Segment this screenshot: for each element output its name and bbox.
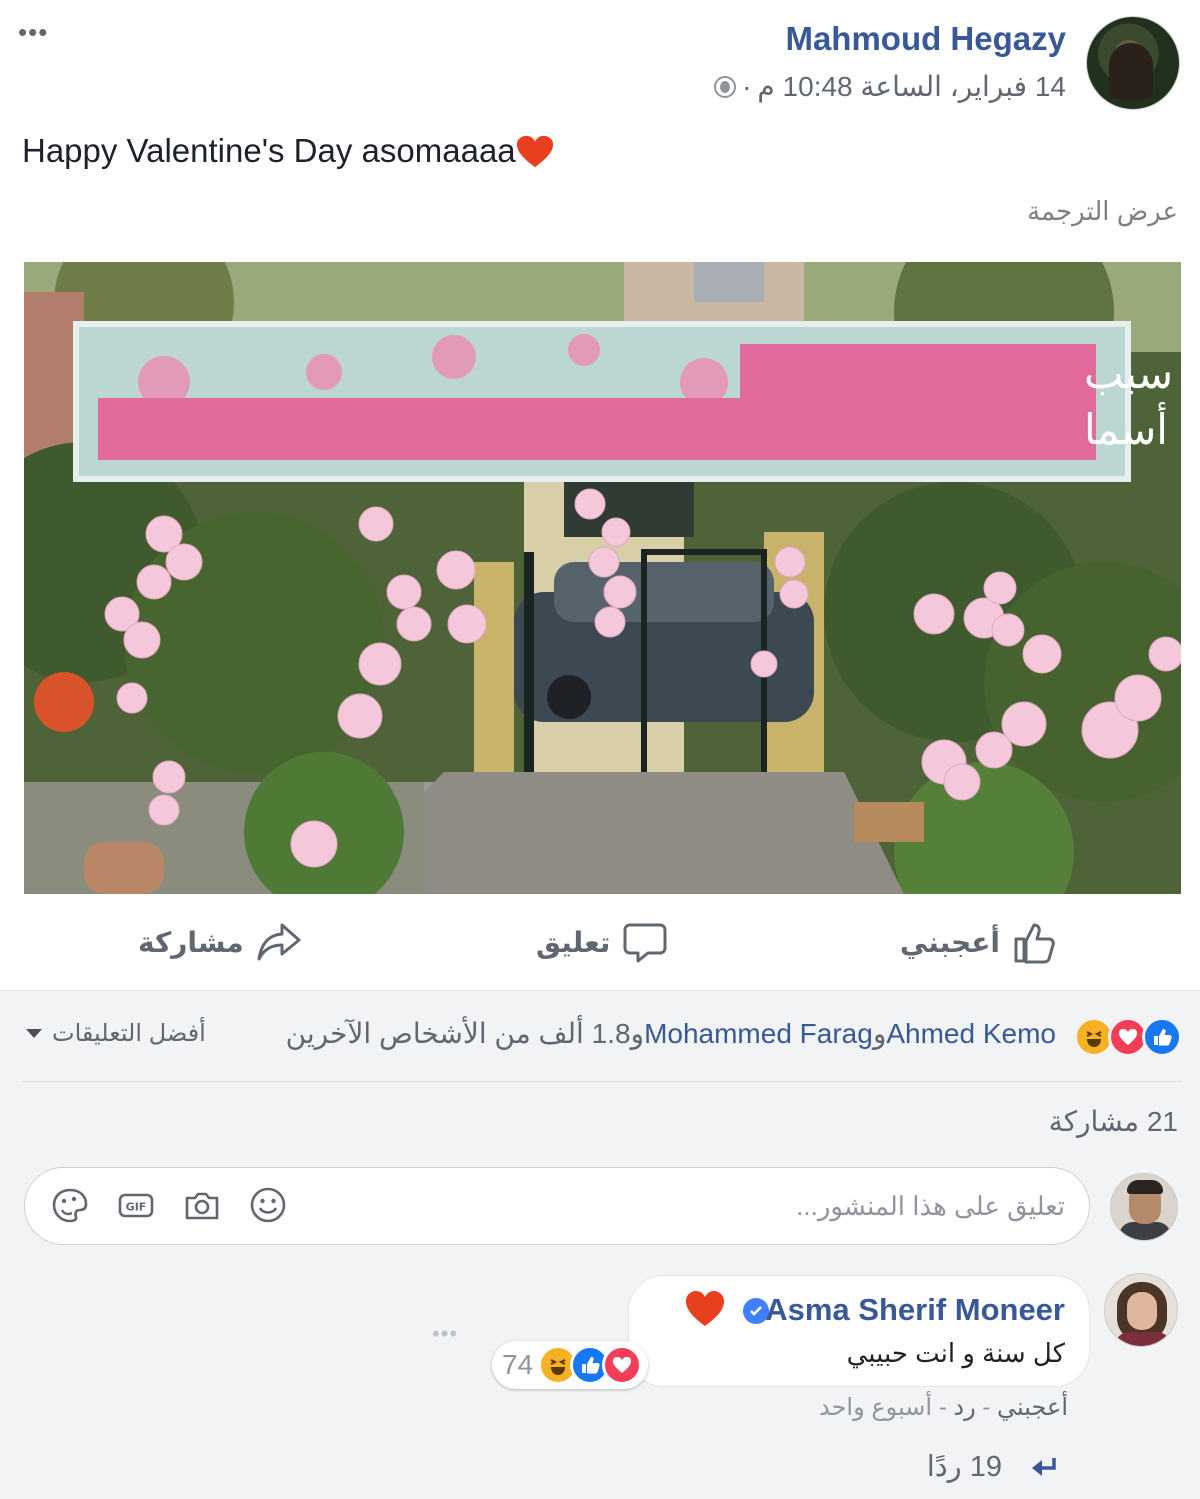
replies-count: 19 ردًا [926,1451,1002,1483]
comment-actions-separator: - [975,1394,998,1421]
comment-time[interactable]: أسبوع واحد [819,1394,932,1421]
commenter-avatar[interactable] [1104,1273,1178,1347]
post-options-button[interactable]: ••• [18,19,48,45]
top-comments-dropdown[interactable]: أفضل التعليقات [26,1019,206,1048]
composer-icons: GIF [51,1186,287,1224]
comment-input[interactable] [505,1188,1065,1224]
view-replies-link[interactable]: 19 ردًا [927,1449,1058,1484]
comment-actions: أعجبني - رد - أسبوع واحد [819,1393,1068,1422]
comment-text: كل سنة و انت حبيبي [846,1338,1065,1368]
gif-icon[interactable]: GIF [117,1186,155,1224]
current-user-avatar [1110,1173,1178,1241]
comment-reply-link[interactable]: رد [953,1394,975,1421]
heart-icon [516,135,553,168]
reactors-text[interactable]: Ahmed KemoوMohammed Faragو1.8 ألف من الأ… [286,1017,1056,1050]
sticker-icon[interactable] [51,1186,89,1224]
comment-actions-separator: - [932,1394,954,1421]
speech-bubble-icon [623,923,667,963]
comment-reactions[interactable]: 74 [492,1341,648,1389]
comment-author[interactable]: Asma Sherif Moneer [765,1292,1065,1328]
comment-bubble: Asma Sherif Moneer كل سنة و انت حبيبي [628,1275,1090,1387]
author-avatar[interactable] [1086,16,1180,110]
comments-section: Ahmed KemoوMohammed Faragو1.8 ألف من الأ… [0,990,1200,1499]
meta-separator: · [742,70,752,102]
comment-composer[interactable]: GIF [24,1167,1090,1245]
reactor-connector-2: و [630,1018,645,1049]
reply-arrow-icon [1032,1457,1056,1476]
share-label: مشاركة [138,926,244,958]
comment-button[interactable]: تعليق [536,912,668,972]
emoji-icon[interactable] [249,1186,287,1224]
post-card: ••• Mahmoud Hegazy 14 فبراير، الساعة 10:… [0,0,1200,990]
post-text-content: Happy Valentine's Day asomaaaa [22,132,516,169]
reactor-name-2[interactable]: Mohammed Farag [644,1018,873,1049]
heart-icon [686,1291,724,1326]
love-icon [602,1345,642,1385]
like-button[interactable]: أعجبني [900,912,1058,972]
see-translation-link[interactable]: عرض الترجمة [1027,196,1178,227]
divider [22,1081,1182,1082]
reactors-others[interactable]: 1.8 ألف من الأشخاص الآخرين [286,1018,631,1049]
post-timestamp[interactable]: 14 فبراير، الساعة 10:48 م [757,70,1066,103]
reactions-summary[interactable]: Ahmed KemoوMohammed Faragو1.8 ألف من الأ… [22,1013,1182,1063]
post-photo[interactable]: عندى ١٠٠ سبب يخلونى ماقدرش أبعد عنك يا أ… [24,262,1181,894]
camera-icon[interactable] [183,1186,221,1224]
comment-reaction-count: 74 [502,1349,534,1380]
like-icon [1142,1017,1182,1057]
photo-scene: عندى ١٠٠ سبب يخلونى ماقدرش أبعد عنك يا أ… [24,262,1181,894]
thumbs-up-icon [1014,923,1055,964]
caret-down-icon [26,1029,42,1038]
svg-text:GIF: GIF [126,1201,147,1214]
share-arrow-icon [257,923,301,961]
author-name[interactable]: Mahmoud Hegazy [785,20,1066,58]
banner-line-2: يخلونى ماقدرش أبعد عنك يا أحلى أسما [1084,402,1181,454]
comment-options-button[interactable]: ••• [432,1321,458,1347]
reactor-connector-1: و [872,1018,887,1049]
like-label: أعجبني [899,926,1000,958]
shares-count[interactable]: 21 مشاركة [1049,1105,1178,1138]
post-meta: 14 فبراير، الساعة 10:48 م · [714,70,1066,103]
comment-like-link[interactable]: أعجبني [997,1394,1068,1421]
globe-icon[interactable] [714,75,737,98]
top-comments-label: أفضل التعليقات [52,1020,206,1047]
post-text: Happy Valentine's Day asomaaaa [22,132,554,170]
post-action-bar: أعجبني تعليق مشاركة [0,912,1200,972]
comment-label: تعليق [536,926,611,958]
banner-line-1: عندى ١٠٠ سبب [1084,349,1181,398]
share-button[interactable]: مشاركة [138,912,302,972]
reactor-name-1[interactable]: Ahmed Kemo [886,1018,1056,1049]
